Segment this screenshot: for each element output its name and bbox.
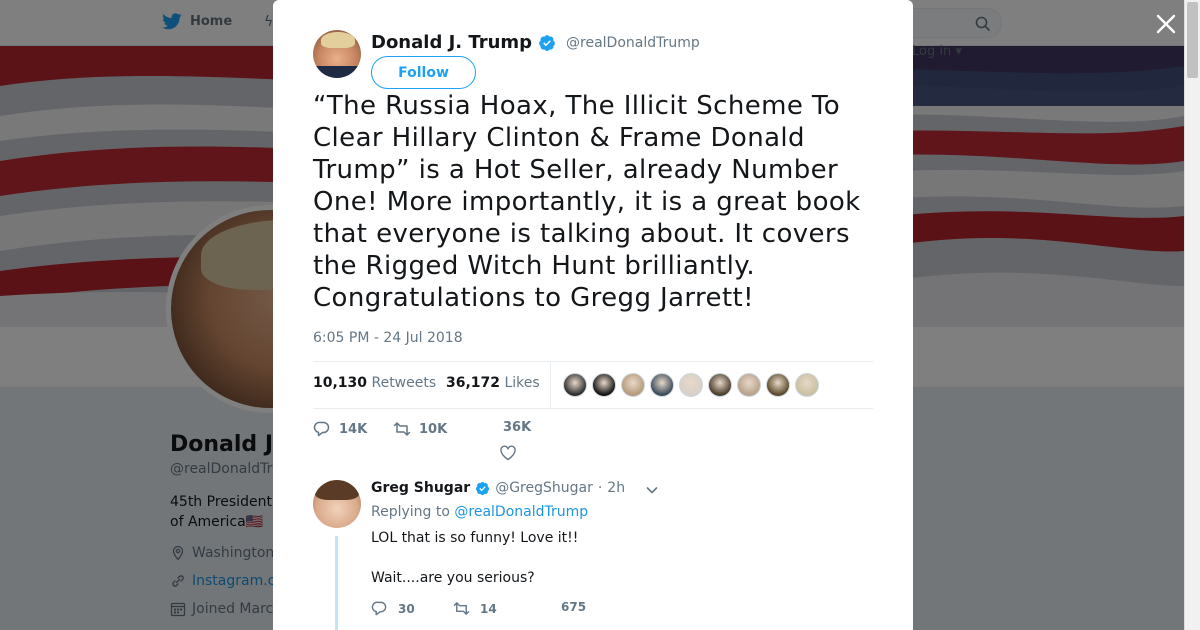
- tweet-author-name[interactable]: Donald J. Trump: [371, 32, 532, 53]
- tweet-timestamp[interactable]: 6:05 PM - 24 Jul 2018: [313, 330, 463, 346]
- like-count-action[interactable]: 36K: [503, 420, 531, 435]
- liker-avatar[interactable]: [737, 373, 761, 397]
- reply-retweets-count: 14: [480, 601, 497, 616]
- stats-divider: [550, 362, 551, 408]
- tweet-text: “The Russia Hoax, The Illicit Scheme To …: [313, 91, 861, 313]
- reply-count: 14K: [339, 421, 368, 437]
- reply-timestamp[interactable]: 2h: [607, 480, 625, 496]
- like-count: 36K: [503, 420, 532, 435]
- scrollbar-thumb[interactable]: [1187, 2, 1198, 78]
- liker-avatar[interactable]: [592, 373, 616, 397]
- reply-action-bar: 30 14 675: [371, 600, 631, 622]
- reply-header: Greg Shugar @GregShugar · 2h: [371, 480, 625, 496]
- heart-icon: [500, 445, 516, 461]
- liker-avatar[interactable]: [795, 373, 819, 397]
- tweet-action-bar: 14K 10K 36K: [313, 420, 613, 468]
- chevron-down-icon[interactable]: [645, 483, 659, 497]
- follow-button[interactable]: Follow: [371, 56, 476, 89]
- reply-icon: [371, 601, 387, 616]
- retweet-action[interactable]: 10K: [393, 420, 447, 438]
- retweets-stat[interactable]: 10,130 Retweets: [313, 375, 436, 391]
- retweet-icon: [453, 602, 470, 615]
- replying-to-handle[interactable]: @realDonaldTrump: [454, 504, 588, 520]
- reply-replies-count: 30: [398, 601, 415, 616]
- reply-text: LOL that is so funny! Love it!! Wait....…: [371, 530, 579, 586]
- close-icon[interactable]: [1152, 10, 1180, 38]
- tweet-stats-bar: 10,130 Retweets 36,172 Likes: [313, 361, 873, 409]
- tweet-author-header: Donald J. Trump @realDonaldTrump: [371, 32, 700, 53]
- like-action[interactable]: [499, 444, 517, 462]
- verified-badge-icon: [539, 34, 555, 51]
- reply-action[interactable]: 14K: [313, 420, 367, 438]
- replying-to-prefix: Replying to: [371, 504, 450, 520]
- liker-avatar[interactable]: [708, 373, 732, 397]
- page-scrollbar[interactable]: [1184, 0, 1200, 630]
- liker-avatar[interactable]: [679, 373, 703, 397]
- liker-avatar[interactable]: [766, 373, 790, 397]
- retweet-icon: [393, 422, 411, 436]
- reply-like-action[interactable]: 675: [561, 600, 586, 614]
- retweet-count: 10K: [419, 421, 448, 437]
- replying-to-line: Replying to @realDonaldTrump: [371, 504, 588, 520]
- reply-separator-dot: ·: [597, 480, 603, 496]
- liker-avatars: [563, 373, 819, 397]
- likes-stat[interactable]: 36,172 Likes: [446, 375, 540, 391]
- reply-reply-action[interactable]: 30: [371, 600, 415, 617]
- reply-author-handle[interactable]: @GregShugar: [495, 480, 593, 496]
- reply-retweet-action[interactable]: 14: [453, 600, 497, 617]
- tweet-permalink-modal: Donald J. Trump @realDonaldTrump Follow …: [273, 0, 913, 630]
- retweets-count: 10,130: [313, 375, 368, 391]
- retweets-label: Retweets: [371, 375, 437, 391]
- likes-label: Likes: [504, 375, 540, 391]
- reply-author-name[interactable]: Greg Shugar: [371, 480, 470, 496]
- liker-avatar[interactable]: [650, 373, 674, 397]
- tweet-author-avatar[interactable]: [313, 30, 361, 78]
- reply-author-avatar[interactable]: [313, 480, 361, 528]
- reply-icon: [313, 421, 330, 437]
- reply-likes-count: 675: [561, 600, 587, 614]
- liker-avatar[interactable]: [621, 373, 645, 397]
- liker-avatar[interactable]: [563, 373, 587, 397]
- likes-count: 36,172: [446, 375, 501, 391]
- tweet-author-handle[interactable]: @realDonaldTrump: [566, 35, 700, 51]
- thread-connector-line: [335, 536, 338, 630]
- reply-tweet[interactable]: Greg Shugar @GregShugar · 2h Replying to…: [313, 480, 873, 630]
- verified-badge-icon: [476, 481, 490, 495]
